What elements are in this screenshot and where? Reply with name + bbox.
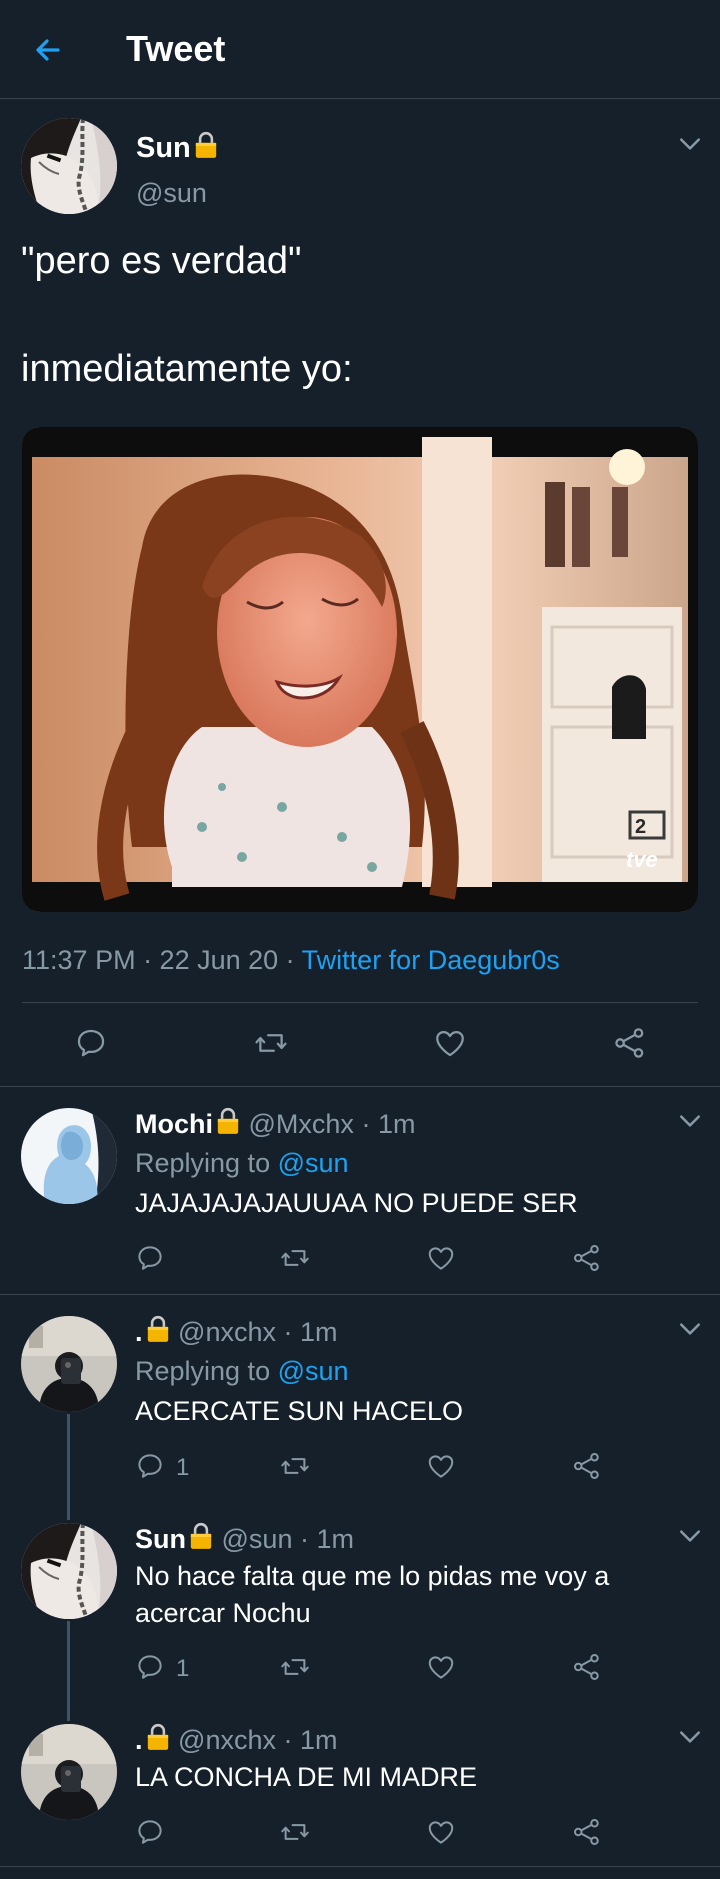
reply-icon[interactable] — [135, 1243, 165, 1273]
divider — [0, 1086, 720, 1087]
top-bar: Tweet — [0, 0, 720, 98]
relative-time: · 1m — [361, 1109, 416, 1139]
retweet-icon[interactable] — [280, 1652, 310, 1682]
retweet-icon[interactable] — [280, 1817, 310, 1847]
lock-icon — [145, 1314, 171, 1344]
like-icon[interactable] — [433, 1026, 467, 1060]
like-icon[interactable] — [426, 1817, 456, 1847]
back-arrow-icon[interactable] — [28, 30, 68, 70]
share-icon[interactable] — [572, 1652, 602, 1682]
lock-icon — [215, 1106, 241, 1136]
author-handle[interactable]: @nxchx — [178, 1317, 276, 1347]
author-name[interactable]: Mochi — [135, 1109, 213, 1139]
author-name-text: Sun — [136, 132, 191, 164]
divider — [0, 1866, 720, 1867]
avatar[interactable] — [21, 1523, 117, 1619]
avatar[interactable] — [21, 118, 117, 214]
reply-icon[interactable] — [135, 1451, 165, 1481]
lock-icon — [145, 1722, 171, 1752]
reply-text: acercar Nochu — [135, 1598, 311, 1628]
reply-icon[interactable] — [135, 1652, 165, 1682]
chevron-down-icon[interactable] — [675, 1521, 705, 1551]
chevron-down-icon[interactable] — [675, 129, 705, 159]
reply-count: 1 — [176, 1454, 190, 1481]
share-icon[interactable] — [572, 1451, 602, 1481]
tve-watermark: tve — [626, 847, 658, 872]
reply-header: Sun @sun · 1m — [135, 1521, 354, 1555]
chevron-down-icon[interactable] — [675, 1314, 705, 1344]
relative-time: · 1m — [299, 1524, 354, 1554]
tweet-meta: 11:37 PM · 22 Jun 20 · Twitter for Daegu… — [22, 945, 560, 976]
source-link[interactable]: Twitter for Daegubr0s — [302, 945, 560, 975]
tweet-text-line: inmediatamente yo: — [21, 348, 353, 390]
author-name[interactable]: Sun — [136, 130, 219, 165]
author-name[interactable]: Sun — [135, 1524, 186, 1554]
relative-time: · 1m — [283, 1317, 338, 1347]
avatar[interactable] — [21, 1724, 117, 1820]
relative-time: · 1m — [283, 1725, 338, 1755]
share-icon[interactable] — [613, 1026, 647, 1060]
chevron-down-icon[interactable] — [675, 1106, 705, 1136]
reply-header: . @nxchx · 1m — [135, 1314, 338, 1348]
retweet-icon[interactable] — [280, 1451, 310, 1481]
reply-header: Mochi @Mxchx · 1m — [135, 1106, 415, 1140]
timestamp: 11:37 PM · 22 Jun 20 · — [22, 945, 302, 975]
divider — [0, 98, 720, 99]
share-icon[interactable] — [572, 1817, 602, 1847]
svg-text:2: 2 — [635, 816, 646, 838]
author-handle[interactable]: @sun — [222, 1524, 293, 1554]
reply-icon[interactable] — [135, 1817, 165, 1847]
replying-to-label: Replying to — [135, 1356, 278, 1386]
lock-icon — [188, 1521, 214, 1551]
retweet-icon[interactable] — [280, 1243, 310, 1273]
reply-text: LA CONCHA DE MI MADRE — [135, 1762, 478, 1792]
reply-text: JAJAJAJAJAUUAA NO PUEDE SER — [135, 1188, 578, 1218]
divider — [22, 1002, 698, 1003]
like-icon[interactable] — [426, 1451, 456, 1481]
replying-to-handle[interactable]: @sun — [278, 1148, 349, 1178]
author-handle[interactable]: @sun — [136, 178, 207, 209]
reply-count: 1 — [176, 1655, 190, 1682]
divider — [0, 1294, 720, 1295]
replying-to: Replying to @sun — [135, 1148, 349, 1179]
reply-text: No hace falta que me lo pidas me voy a — [135, 1561, 610, 1591]
author-handle[interactable]: @Mxchx — [249, 1109, 354, 1139]
replying-to-label: Replying to — [135, 1148, 278, 1178]
avatar[interactable] — [21, 1316, 117, 1412]
like-icon[interactable] — [426, 1243, 456, 1273]
thread-line — [67, 1414, 70, 1520]
tweet-text-line: "pero es verdad" — [21, 240, 302, 282]
author-name[interactable]: . — [135, 1317, 143, 1347]
page-title: Tweet — [126, 28, 226, 69]
reply-text: ACERCATE SUN HACELO — [135, 1396, 464, 1426]
like-icon[interactable] — [426, 1652, 456, 1682]
lock-icon — [193, 130, 219, 160]
author-name[interactable]: . — [135, 1725, 143, 1755]
author-handle[interactable]: @nxchx — [178, 1725, 276, 1755]
reply-header: . @nxchx · 1m — [135, 1722, 338, 1756]
chevron-down-icon[interactable] — [675, 1722, 705, 1752]
replying-to: Replying to @sun — [135, 1356, 349, 1387]
avatar[interactable] — [21, 1108, 117, 1204]
share-icon[interactable] — [572, 1243, 602, 1273]
retweet-icon[interactable] — [254, 1026, 288, 1060]
replying-to-handle[interactable]: @sun — [278, 1356, 349, 1386]
thread-line — [67, 1621, 70, 1721]
tweet-media-image[interactable]: 2 tve — [22, 427, 698, 912]
reply-icon[interactable] — [74, 1026, 108, 1060]
